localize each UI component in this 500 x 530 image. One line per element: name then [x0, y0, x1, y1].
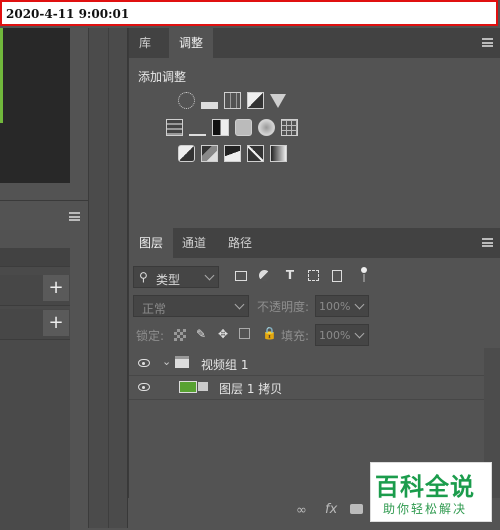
- tab-layers[interactable]: 图层: [129, 228, 174, 258]
- chevron-down-icon: [354, 299, 365, 310]
- add-button-label: +: [48, 312, 64, 333]
- add-button[interactable]: +: [43, 275, 69, 301]
- lock-artboard-icon[interactable]: [239, 328, 250, 339]
- tab-library[interactable]: 库: [129, 28, 161, 58]
- tab-adjustments[interactable]: 调整: [169, 28, 214, 58]
- adjustments-row-1: [178, 92, 286, 109]
- adjustments-menu-icon[interactable]: [482, 38, 493, 47]
- layers-tabbar: 图层 通道 路径: [129, 228, 500, 258]
- channel-mixer-icon[interactable]: [258, 119, 275, 136]
- left-panel-menu-icon[interactable]: [69, 212, 80, 221]
- shape-filter-icon[interactable]: [308, 270, 319, 281]
- chevron-down-icon: [234, 299, 245, 310]
- watermark-title: 百科全说: [375, 473, 475, 501]
- tab-layers-label: 图层: [139, 236, 164, 250]
- smart-object-filter-icon[interactable]: [332, 270, 342, 282]
- lock-all-icon[interactable]: 🔒: [262, 327, 277, 339]
- divider-line: [108, 28, 109, 528]
- opacity-label: 不透明度:: [257, 300, 310, 314]
- mask-icon[interactable]: [350, 504, 363, 514]
- blend-mode-select[interactable]: 正常: [133, 295, 249, 317]
- fill-field[interactable]: 100%: [315, 324, 369, 346]
- blend-mode-value: 正常: [142, 302, 167, 316]
- chevron-down-icon[interactable]: ⌄: [162, 355, 171, 368]
- gradient-map-icon[interactable]: [270, 145, 287, 162]
- watermark-subtitle: 助你轻松解决: [383, 502, 468, 516]
- chevron-down-icon: [354, 328, 365, 339]
- watermark-logo: 百科全说 助你轻松解决: [370, 462, 492, 522]
- pixel-filter-icon[interactable]: [235, 271, 247, 281]
- brightness-contrast-icon[interactable]: [178, 92, 195, 109]
- photo-filter-icon[interactable]: [235, 119, 252, 136]
- layer-thumbnail: [179, 381, 197, 393]
- video-layer-icon: [198, 382, 208, 391]
- selective-color-icon[interactable]: [247, 145, 264, 162]
- lock-transparent-icon[interactable]: [174, 329, 186, 341]
- invert-icon[interactable]: [178, 145, 195, 162]
- color-balance-icon[interactable]: [189, 119, 206, 136]
- adjustments-title: 添加调整: [138, 70, 187, 84]
- adjustments-row-2: [166, 119, 298, 136]
- toggle-knob: [361, 267, 367, 273]
- left-panel-row: [0, 230, 70, 249]
- tab-paths-label: 路径: [228, 236, 253, 250]
- add-button[interactable]: +: [43, 310, 69, 336]
- video-group-icon: [175, 356, 189, 368]
- adjustments-row-3: [178, 145, 287, 162]
- fx-icon[interactable]: fx: [325, 502, 337, 517]
- filter-toggle[interactable]: [361, 267, 367, 283]
- add-button-label: +: [48, 277, 64, 298]
- link-icon[interactable]: ∞: [296, 503, 307, 518]
- type-filter-icon[interactable]: T: [284, 269, 296, 281]
- left-panel-header: [0, 200, 88, 231]
- opacity-value: 100%: [319, 300, 351, 313]
- fill-label: 填充:: [281, 329, 310, 343]
- layers-menu-icon[interactable]: [482, 238, 493, 247]
- tab-paths[interactable]: 路径: [218, 228, 262, 258]
- layer-row-video[interactable]: 图层 1 拷贝: [129, 376, 500, 400]
- tab-channels-label: 通道: [182, 236, 207, 250]
- tab-library-label: 库: [139, 36, 152, 50]
- lock-pixels-icon[interactable]: ✎: [195, 328, 207, 340]
- visibility-eye-icon[interactable]: [138, 359, 150, 367]
- filter-kind-select[interactable]: ⚲ 类型: [133, 266, 219, 288]
- black-white-icon[interactable]: [212, 119, 229, 136]
- canvas-preview[interactable]: [0, 28, 70, 183]
- layer-name[interactable]: 视频组 1: [201, 356, 248, 373]
- threshold-icon[interactable]: [224, 145, 241, 162]
- lock-position-icon[interactable]: ✥: [217, 328, 229, 340]
- layer-row-group[interactable]: ⌄ 视频组 1: [129, 352, 500, 376]
- hue-saturation-icon[interactable]: [166, 119, 183, 136]
- filter-kind-label: 类型: [156, 273, 181, 287]
- timestamp-bar: 2020-4-11 9:00:01: [0, 0, 498, 26]
- adjustments-tabbar: 库 调整: [129, 28, 500, 58]
- levels-icon[interactable]: [201, 92, 218, 109]
- curves-icon[interactable]: [224, 92, 241, 109]
- search-icon: ⚲: [139, 270, 148, 284]
- visibility-eye-icon[interactable]: [138, 383, 150, 391]
- canvas-image-edge: [0, 28, 3, 123]
- opacity-field[interactable]: 100%: [315, 295, 369, 317]
- left-panel-row: [0, 248, 70, 267]
- lock-label: 锁定:: [136, 329, 165, 343]
- vibrance-icon[interactable]: [270, 94, 286, 108]
- chevron-down-icon: [204, 270, 215, 281]
- timestamp-text: 2020-4-11 9:00:01: [6, 7, 130, 21]
- tab-channels[interactable]: 通道: [172, 228, 216, 258]
- color-lookup-icon[interactable]: [281, 119, 298, 136]
- exposure-icon[interactable]: [247, 92, 264, 109]
- adjustments-panel: 库 调整 添加调整: [128, 28, 500, 228]
- layer-name[interactable]: 图层 1 拷贝: [219, 380, 282, 397]
- adjustment-filter-icon[interactable]: [259, 270, 270, 281]
- posterize-icon[interactable]: [201, 145, 218, 162]
- toggle-track: [363, 274, 365, 282]
- tab-adjustments-label: 调整: [179, 36, 204, 50]
- fill-value: 100%: [319, 329, 351, 342]
